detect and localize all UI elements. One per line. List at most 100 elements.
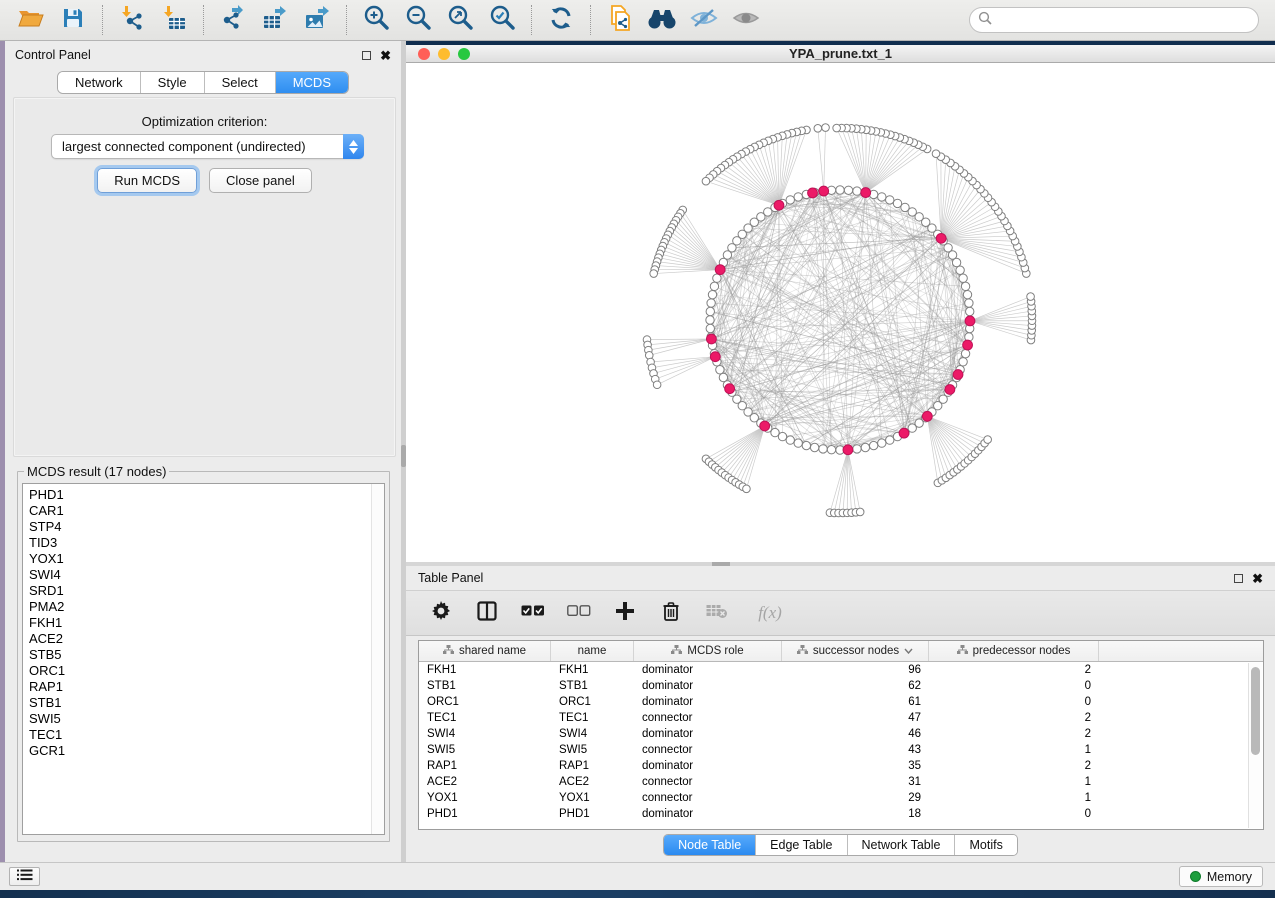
export-image-button[interactable] xyxy=(300,4,334,36)
table-cell[interactable]: ACE2 xyxy=(419,776,551,788)
mcds-result-item[interactable]: PHD1 xyxy=(29,487,384,503)
column-header-shared-name[interactable]: shared name xyxy=(419,641,551,661)
table-row[interactable]: FKH1FKH1dominator962 xyxy=(419,662,1263,678)
mcds-result-item[interactable]: STB5 xyxy=(29,647,384,663)
table-cell[interactable]: 0 xyxy=(929,696,1099,708)
float-panel-icon[interactable] xyxy=(1234,574,1243,583)
table-cell[interactable]: TEC1 xyxy=(551,712,634,724)
table-cell[interactable]: ORC1 xyxy=(419,696,551,708)
show-all-columns-button[interactable] xyxy=(520,600,546,626)
table-cell[interactable]: 18 xyxy=(782,808,929,820)
refresh-button[interactable] xyxy=(544,4,578,36)
export-network-button[interactable] xyxy=(216,4,250,36)
hide-selected-button[interactable] xyxy=(687,4,721,36)
tab-network-table[interactable]: Network Table xyxy=(848,835,956,855)
table-cell[interactable]: dominator xyxy=(634,760,782,772)
table-cell[interactable]: 2 xyxy=(929,728,1099,740)
table-cell[interactable]: 1 xyxy=(929,744,1099,756)
column-panel-button[interactable] xyxy=(474,600,500,626)
table-cell[interactable]: 31 xyxy=(782,776,929,788)
mcds-result-item[interactable]: PMA2 xyxy=(29,599,384,615)
mcds-result-item[interactable]: ACE2 xyxy=(29,631,384,647)
table-row[interactable]: TEC1TEC1connector472 xyxy=(419,710,1263,726)
mcds-result-item[interactable]: RAP1 xyxy=(29,679,384,695)
show-all-button[interactable] xyxy=(729,4,763,36)
export-table-button[interactable] xyxy=(258,4,292,36)
mcds-result-item[interactable]: GCR1 xyxy=(29,743,384,759)
table-cell[interactable]: PHD1 xyxy=(551,808,634,820)
table-cell[interactable]: FKH1 xyxy=(551,664,634,676)
table-cell[interactable]: dominator xyxy=(634,808,782,820)
table-cell[interactable]: dominator xyxy=(634,696,782,708)
mcds-result-list[interactable]: PHD1CAR1STP4TID3YOX1SWI4SRD1PMA2FKH1ACE2… xyxy=(22,483,385,835)
close-panel-icon[interactable]: ✖ xyxy=(380,51,391,60)
table-cell[interactable]: 1 xyxy=(929,792,1099,804)
table-cell[interactable]: YOX1 xyxy=(551,792,634,804)
column-header-predecessor-nodes[interactable]: predecessor nodes xyxy=(929,641,1099,661)
mcds-result-item[interactable]: SRD1 xyxy=(29,583,384,599)
network-canvas[interactable] xyxy=(406,63,1275,562)
table-cell[interactable]: RAP1 xyxy=(419,760,551,772)
tab-network[interactable]: Network xyxy=(58,72,141,93)
table-scrollbar[interactable] xyxy=(1248,663,1262,828)
table-cell[interactable]: connector xyxy=(634,744,782,756)
import-network-button[interactable] xyxy=(115,4,149,36)
mcds-result-item[interactable]: YOX1 xyxy=(29,551,384,567)
table-row[interactable]: RAP1RAP1dominator352 xyxy=(419,758,1263,774)
clone-network-button[interactable] xyxy=(603,4,637,36)
zoom-fit-button[interactable] xyxy=(443,4,477,36)
table-cell[interactable]: 43 xyxy=(782,744,929,756)
table-cell[interactable]: 35 xyxy=(782,760,929,772)
tab-style[interactable]: Style xyxy=(141,72,205,93)
search-input[interactable] xyxy=(998,13,1250,27)
table-row[interactable]: STB1STB1dominator620 xyxy=(419,678,1263,694)
mcds-result-item[interactable]: TID3 xyxy=(29,535,384,551)
tab-motifs[interactable]: Motifs xyxy=(955,835,1016,855)
table-cell[interactable]: 62 xyxy=(782,680,929,692)
memory-button[interactable]: Memory xyxy=(1179,866,1263,887)
table-row[interactable]: ACE2ACE2connector311 xyxy=(419,774,1263,790)
table-cell[interactable]: 2 xyxy=(929,712,1099,724)
hide-all-columns-button[interactable] xyxy=(566,600,592,626)
table-cell[interactable]: connector xyxy=(634,776,782,788)
table-cell[interactable]: dominator xyxy=(634,664,782,676)
table-row[interactable]: SWI4SWI4dominator462 xyxy=(419,726,1263,742)
table-cell[interactable]: 47 xyxy=(782,712,929,724)
open-file-button[interactable] xyxy=(14,4,48,36)
mcds-result-item[interactable]: STB1 xyxy=(29,695,384,711)
mcds-result-item[interactable]: STP4 xyxy=(29,519,384,535)
binoculars-button[interactable] xyxy=(645,4,679,36)
mcds-result-item[interactable]: CAR1 xyxy=(29,503,384,519)
table-cell[interactable]: 2 xyxy=(929,664,1099,676)
table-cell[interactable]: 61 xyxy=(782,696,929,708)
mcds-result-item[interactable]: SWI4 xyxy=(29,567,384,583)
table-cell[interactable]: 0 xyxy=(929,808,1099,820)
table-settings-button[interactable] xyxy=(428,600,454,626)
float-panel-icon[interactable] xyxy=(362,51,371,60)
table-row[interactable]: YOX1YOX1connector291 xyxy=(419,790,1263,806)
table-cell[interactable]: 0 xyxy=(929,680,1099,692)
table-row[interactable]: SWI5SWI5connector431 xyxy=(419,742,1263,758)
tab-select[interactable]: Select xyxy=(205,72,276,93)
close-panel-button[interactable]: Close panel xyxy=(209,168,312,193)
import-table-button[interactable] xyxy=(157,4,191,36)
table-cell[interactable]: 46 xyxy=(782,728,929,740)
table-cell[interactable]: TEC1 xyxy=(419,712,551,724)
table-cell[interactable]: connector xyxy=(634,712,782,724)
table-cell[interactable]: SWI5 xyxy=(551,744,634,756)
save-session-button[interactable] xyxy=(56,4,90,36)
network-window-titlebar[interactable]: YPA_prune.txt_1 xyxy=(406,45,1275,63)
column-header-name[interactable]: name xyxy=(551,641,634,661)
zoom-selected-button[interactable] xyxy=(485,4,519,36)
zoom-out-button[interactable] xyxy=(401,4,435,36)
table-cell[interactable]: 2 xyxy=(929,760,1099,772)
search-box[interactable] xyxy=(969,7,1259,33)
table-cell[interactable]: ORC1 xyxy=(551,696,634,708)
table-cell[interactable]: 1 xyxy=(929,776,1099,788)
create-column-button[interactable] xyxy=(612,600,638,626)
column-header-successor-nodes[interactable]: successor nodes xyxy=(782,641,929,661)
delete-column-button[interactable] xyxy=(658,600,684,626)
table-cell[interactable]: connector xyxy=(634,792,782,804)
task-history-button[interactable] xyxy=(9,867,40,886)
table-cell[interactable]: 96 xyxy=(782,664,929,676)
